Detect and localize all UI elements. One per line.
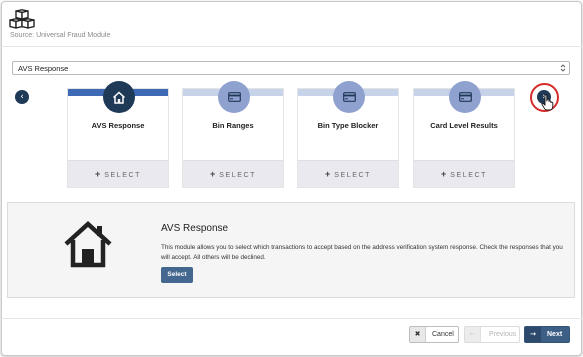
- card-select-button[interactable]: + SELECT: [298, 160, 398, 187]
- cancel-label: Cancel: [432, 331, 454, 338]
- dropdown-caret-icon: [560, 64, 566, 72]
- plus-icon: +: [94, 169, 101, 179]
- module-card-bin-ranges[interactable]: Bin Ranges + SELECT: [182, 81, 284, 188]
- source-label: Source: Universal Fraud Module: [10, 32, 111, 39]
- card-icon-circle: [103, 81, 135, 113]
- previous-button[interactable]: ← Previous: [464, 326, 520, 343]
- footer-divider: [1, 318, 582, 319]
- next-button[interactable]: → Next: [524, 326, 570, 343]
- credit-card-icon: [458, 92, 472, 102]
- hand-cursor-icon: [541, 94, 554, 111]
- module-dropdown[interactable]: AVS Response: [12, 61, 570, 75]
- card-select-button[interactable]: + SELECT: [183, 160, 283, 187]
- card-select-label: SELECT: [450, 172, 488, 179]
- chevron-left-icon: ‹: [20, 92, 24, 102]
- home-icon: [112, 90, 126, 104]
- card-title: Bin Ranges: [212, 121, 254, 130]
- module-card-bin-type-blocker[interactable]: Bin Type Blocker + SELECT: [297, 81, 399, 188]
- card-select-button[interactable]: + SELECT: [68, 160, 168, 187]
- next-label: Next: [547, 331, 563, 338]
- module-detail-panel: AVS Response This module allows you to s…: [7, 202, 575, 298]
- card-select-label: SELECT: [104, 172, 142, 179]
- card-title: Bin Type Blocker: [317, 121, 379, 130]
- cubes-icon: [9, 9, 35, 29]
- carousel-prev-button[interactable]: ‹: [15, 90, 29, 104]
- card-select-label: SELECT: [219, 172, 257, 179]
- house-icon: [64, 220, 112, 268]
- plus-icon: +: [440, 169, 447, 179]
- plus-icon: +: [209, 169, 216, 179]
- module-card-avs-response[interactable]: AVS Response + SELECT: [67, 81, 169, 188]
- module-dropdown-value: AVS Response: [18, 64, 69, 73]
- detail-select-button[interactable]: Select: [161, 267, 193, 283]
- card-icon-circle: [333, 81, 365, 113]
- card-icon-circle: [218, 81, 250, 113]
- detail-title: AVS Response: [161, 223, 229, 234]
- cancel-button[interactable]: ✖ Cancel: [409, 326, 459, 343]
- credit-card-icon: [227, 92, 241, 102]
- previous-label: Previous: [489, 331, 517, 338]
- arrow-left-icon: ←: [465, 327, 481, 342]
- card-icon-circle: [449, 81, 481, 113]
- plus-icon: +: [324, 169, 331, 179]
- module-card-card-level-results[interactable]: Card Level Results + SELECT: [413, 81, 515, 188]
- card-select-button[interactable]: + SELECT: [414, 160, 514, 187]
- card-title: AVS Response: [91, 121, 145, 130]
- credit-card-icon: [342, 92, 356, 102]
- arrow-right-icon: →: [525, 327, 541, 342]
- header-divider: [1, 46, 582, 47]
- close-icon: ✖: [410, 327, 426, 342]
- card-title: Card Level Results: [430, 121, 498, 130]
- card-select-label: SELECT: [334, 172, 372, 179]
- detail-description: This module allows you to select which t…: [161, 244, 563, 261]
